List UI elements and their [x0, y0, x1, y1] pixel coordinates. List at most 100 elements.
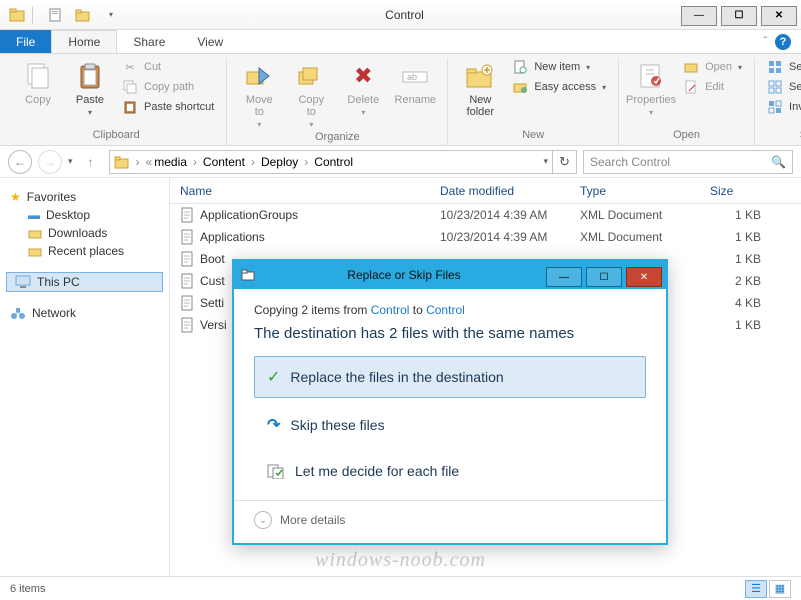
table-row[interactable]: ApplicationGroups10/23/2014 4:39 AMXML D…: [170, 204, 801, 226]
new-folder-button[interactable]: New folder: [456, 58, 504, 118]
more-details-button[interactable]: ⌄ More details: [254, 501, 646, 535]
help-icon[interactable]: ?: [775, 34, 791, 50]
sidebar-item-desktop[interactable]: ▬Desktop: [6, 206, 163, 224]
open-button[interactable]: Open: [679, 58, 746, 76]
chevron-down-icon: ⌄: [254, 511, 272, 529]
maximize-button[interactable]: ☐: [721, 6, 757, 26]
network-icon: [10, 306, 26, 320]
copy-to-button[interactable]: Copy to▾: [287, 58, 335, 129]
dialog-titlebar[interactable]: Replace or Skip Files — ☐ ✕: [234, 261, 666, 289]
rename-button[interactable]: ab Rename: [391, 58, 439, 106]
paste-button[interactable]: Paste ▾: [66, 58, 114, 117]
dialog-to-link[interactable]: Control: [426, 303, 465, 317]
star-icon: ★: [10, 190, 21, 204]
sidebar-item-network[interactable]: Network: [6, 304, 163, 322]
view-icons-button[interactable]: ▦: [769, 580, 791, 598]
breadcrumb-part[interactable]: Control: [314, 155, 353, 169]
file-date: 10/23/2014 4:39 AM: [430, 208, 570, 222]
collapse-ribbon-icon[interactable]: ˆ: [764, 36, 767, 47]
breadcrumb-part[interactable]: media: [154, 155, 187, 169]
group-label-open: Open: [627, 127, 746, 145]
item-count: 6 items: [10, 583, 45, 595]
app-icon[interactable]: [4, 4, 30, 26]
file-size: 1 KB: [700, 252, 801, 266]
delete-button[interactable]: ✖ Delete▾: [339, 58, 387, 117]
invert-selection-button[interactable]: Invert selection: [763, 98, 801, 116]
dialog-maximize-button[interactable]: ☐: [586, 267, 622, 287]
dialog-minimize-button[interactable]: —: [546, 267, 582, 287]
sidebar-item-recent[interactable]: Recent places: [6, 242, 163, 260]
col-name[interactable]: Name: [170, 184, 430, 198]
easy-access-button[interactable]: Easy access: [508, 78, 610, 96]
sidebar-item-downloads[interactable]: Downloads: [6, 224, 163, 242]
downloads-icon: [28, 227, 42, 239]
file-name: Versi: [200, 318, 227, 332]
option-decide[interactable]: Let me decide for each file: [254, 452, 646, 490]
copy-icon: [22, 60, 54, 92]
qat-newfolder-icon[interactable]: [70, 4, 96, 26]
table-row[interactable]: Applications10/23/2014 4:39 AMXML Docume…: [170, 226, 801, 248]
sidebar-item-thispc[interactable]: This PC: [6, 272, 163, 292]
cut-button[interactable]: ✂Cut: [118, 58, 218, 76]
select-none-button[interactable]: Select none: [763, 78, 801, 96]
group-open: Properties▾ Open Edit Open: [619, 58, 755, 145]
option-skip[interactable]: ↷ Skip these files: [254, 404, 646, 446]
refresh-button[interactable]: ↻: [553, 150, 577, 174]
select-all-button[interactable]: Select all: [763, 58, 801, 76]
dialog-close-button[interactable]: ✕: [626, 267, 662, 287]
breadcrumb[interactable]: « media Content Deploy Control ▾: [109, 150, 553, 174]
up-button[interactable]: ↑: [79, 150, 103, 174]
file-type: XML Document: [570, 230, 700, 244]
group-label-select: Select: [763, 127, 801, 145]
tab-file[interactable]: File: [0, 30, 51, 53]
col-size[interactable]: Size: [700, 184, 801, 198]
new-item-button[interactable]: New item: [508, 58, 610, 76]
edit-button[interactable]: Edit: [679, 78, 746, 96]
search-input[interactable]: Search Control 🔍: [583, 150, 793, 174]
breadcrumb-part[interactable]: Deploy: [261, 155, 298, 169]
group-label-organize: Organize: [235, 129, 439, 147]
dialog-from-link[interactable]: Control: [371, 303, 410, 317]
thispc-icon: [15, 275, 31, 289]
file-size: 1 KB: [700, 208, 801, 222]
window-controls: — ☐ ✕: [681, 4, 801, 26]
qat-dropdown[interactable]: ▾: [98, 4, 124, 26]
qat-separator: [32, 6, 40, 24]
group-organize: Move to▾ Copy to▾ ✖ Delete▾ ab Rename Or…: [227, 58, 448, 145]
tab-home[interactable]: Home: [51, 30, 117, 53]
search-placeholder: Search Control: [590, 155, 670, 169]
dialog-app-icon: [234, 269, 262, 281]
file-icon: [180, 273, 194, 289]
copy-button[interactable]: Copy: [14, 58, 62, 106]
group-clipboard: Copy Paste ▾ ✂Cut Copy path Paste shortc…: [6, 58, 227, 145]
dialog-title: Replace or Skip Files: [262, 268, 546, 282]
sidebar-favorites[interactable]: ★Favorites: [6, 188, 163, 206]
tab-view[interactable]: View: [181, 30, 239, 53]
copy-path-button[interactable]: Copy path: [118, 78, 218, 96]
window-title: Control: [128, 8, 681, 22]
select-all-icon: [767, 59, 783, 75]
breadcrumb-part[interactable]: Content: [203, 155, 245, 169]
col-date[interactable]: Date modified: [430, 184, 570, 198]
column-headers[interactable]: Name Date modified Type Size: [170, 178, 801, 204]
qat-properties-icon[interactable]: [42, 4, 68, 26]
properties-button[interactable]: Properties▾: [627, 58, 675, 117]
new-item-icon: [512, 59, 528, 75]
option-replace[interactable]: ✓ Replace the files in the destination: [254, 356, 646, 398]
recent-locations-dropdown[interactable]: ▾: [68, 156, 73, 167]
paste-shortcut-button[interactable]: Paste shortcut: [118, 98, 218, 116]
move-to-button[interactable]: Move to▾: [235, 58, 283, 129]
select-none-icon: [767, 79, 783, 95]
address-row: ← → ▾ ↑ « media Content Deploy Control ▾…: [0, 146, 801, 178]
minimize-button[interactable]: —: [681, 6, 717, 26]
col-type[interactable]: Type: [570, 184, 700, 198]
file-name: Boot: [200, 252, 225, 266]
back-button[interactable]: ←: [8, 150, 32, 174]
forward-button[interactable]: →: [38, 150, 62, 174]
close-button[interactable]: ✕: [761, 6, 797, 26]
paste-icon: [74, 60, 106, 92]
view-details-button[interactable]: ☰: [745, 580, 767, 598]
tab-share[interactable]: Share: [117, 30, 181, 53]
file-icon: [180, 295, 194, 311]
invert-selection-icon: [767, 99, 783, 115]
